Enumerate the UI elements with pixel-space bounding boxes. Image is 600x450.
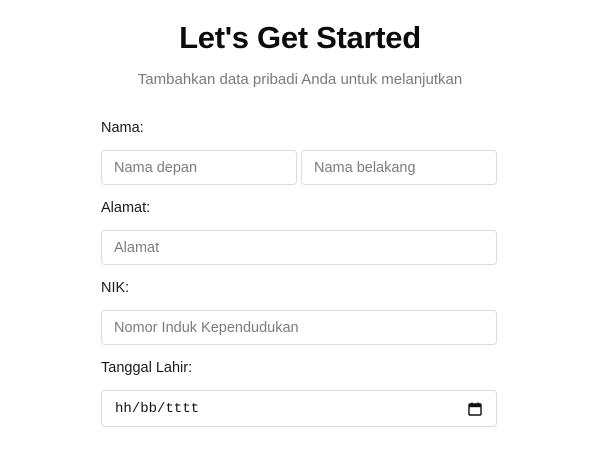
address-label: Alamat: (101, 200, 151, 216)
last-name-input[interactable] (301, 150, 497, 185)
name-label: Nama: (101, 120, 144, 136)
page-subtitle: Tambahkan data pribadi Anda untuk melanj… (137, 71, 463, 88)
nik-label: NIK: (101, 280, 130, 296)
nik-input[interactable] (101, 310, 497, 345)
birthdate-input[interactable]: hh/bb/tttt (101, 390, 497, 427)
birthdate-label: Tanggal Lahir: (101, 360, 193, 376)
page-title: Let's Get Started (179, 20, 421, 55)
first-name-input[interactable] (101, 150, 297, 185)
calendar-icon[interactable] (468, 402, 482, 416)
birthdate-format-text: hh/bb/tttt (115, 401, 200, 417)
address-input[interactable] (101, 230, 497, 265)
signup-page: Let's Get Started Tambahkan data pribadi… (0, 0, 600, 450)
